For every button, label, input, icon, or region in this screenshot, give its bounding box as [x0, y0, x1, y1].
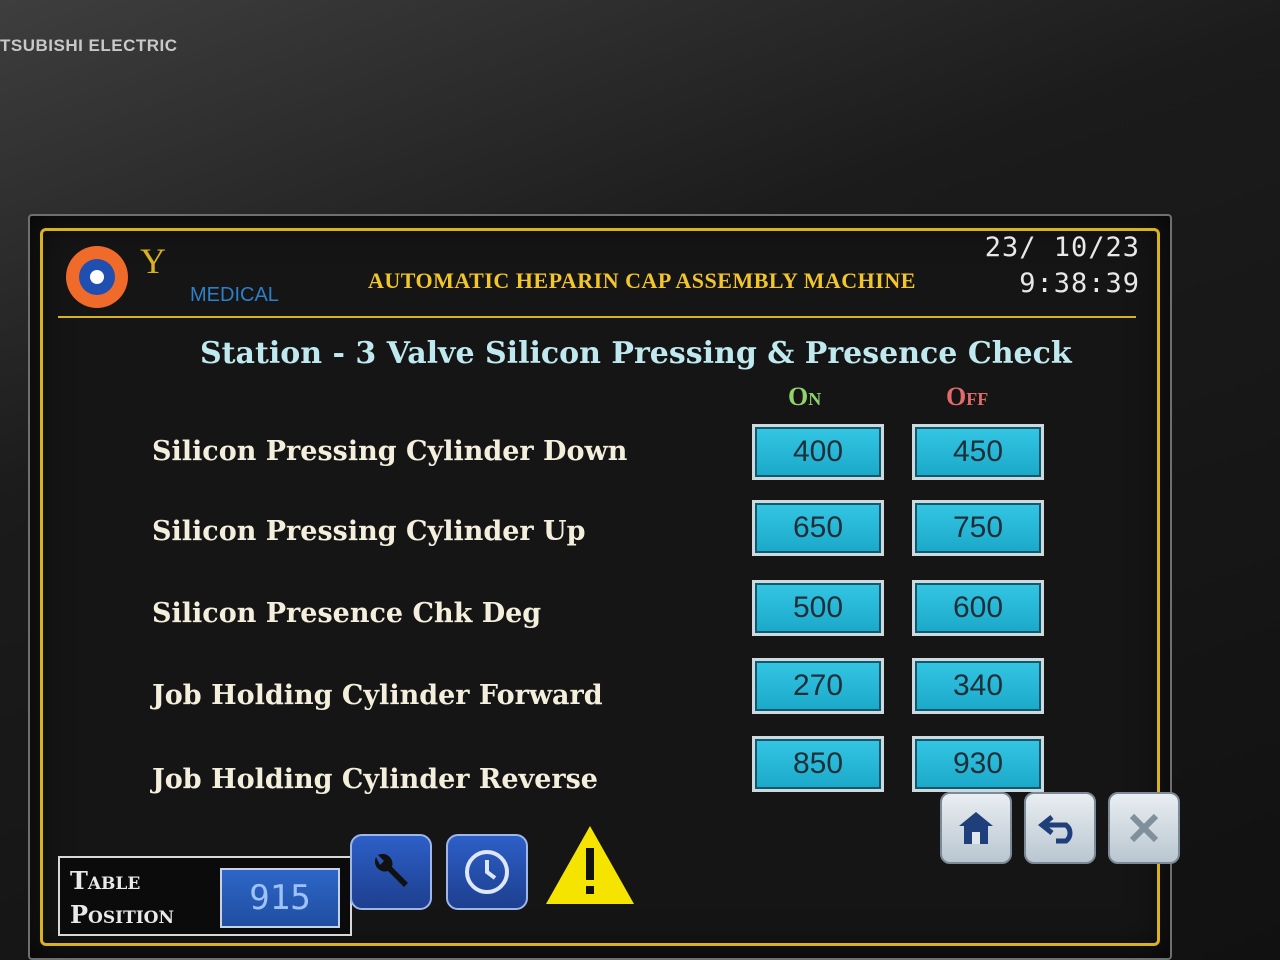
home-icon [959, 812, 993, 844]
off-value-silicon-pressing-up[interactable]: 750 [912, 500, 1044, 556]
home-button[interactable] [940, 792, 1012, 864]
on-value-silicon-pressing-down[interactable]: 400 [752, 424, 884, 480]
row-label-job-holding-reverse: Job Holding Cylinder Reverse [152, 764, 598, 795]
machine-title: AUTOMATIC HEPARIN CAP ASSEMBLY MACHINE [368, 268, 916, 293]
logo-text: Y [140, 241, 166, 281]
timer-button[interactable] [446, 834, 528, 910]
on-value-silicon-presence-check[interactable]: 500 [752, 580, 884, 636]
row-label-job-holding-forward: Job Holding Cylinder Forward [152, 680, 603, 711]
row-label-silicon-presence-check: Silicon Presence Chk Deg [152, 598, 542, 629]
on-column-header: On [788, 382, 822, 411]
off-value-job-holding-forward[interactable]: 340 [912, 658, 1044, 714]
off-value-job-holding-reverse[interactable]: 930 [912, 736, 1044, 792]
time-display: 9:38:39 [1019, 268, 1140, 299]
table-position-value: 915 [220, 868, 340, 928]
row-label-silicon-pressing-up: Silicon Pressing Cylinder Up [152, 516, 586, 547]
back-icon [1038, 815, 1073, 844]
header-divider [58, 316, 1136, 318]
close-button[interactable] [1108, 792, 1180, 864]
table-position-panel: Table Position 915 [58, 856, 352, 936]
back-button[interactable] [1024, 792, 1096, 864]
close-icon [1129, 813, 1159, 843]
off-value-silicon-presence-check[interactable]: 600 [912, 580, 1044, 636]
clock-icon [465, 850, 509, 894]
table-position-label: Table Position [70, 866, 175, 929]
wrench-icon [374, 853, 408, 887]
date-display: 23/ 10/23 [984, 232, 1140, 263]
on-value-job-holding-forward[interactable]: 270 [752, 658, 884, 714]
on-value-job-holding-reverse[interactable]: 850 [752, 736, 884, 792]
brand-label: TSUBISHI ELECTRIC [0, 36, 178, 55]
off-column-header: Off [946, 382, 989, 411]
warning-icon[interactable] [542, 822, 638, 908]
company-logo [66, 246, 128, 308]
station-title: Station - 3 Valve Silicon Pressing & Pre… [200, 336, 1072, 371]
row-label-silicon-pressing-down: Silicon Pressing Cylinder Down [152, 436, 628, 467]
off-value-silicon-pressing-down[interactable]: 450 [912, 424, 1044, 480]
hmi-screen: Y MEDICAL AUTOMATIC HEPARIN CAP ASSEMBLY… [28, 214, 1180, 960]
settings-button[interactable] [350, 834, 432, 910]
on-value-silicon-pressing-up[interactable]: 650 [752, 500, 884, 556]
logo-subtitle: MEDICAL [190, 284, 279, 306]
